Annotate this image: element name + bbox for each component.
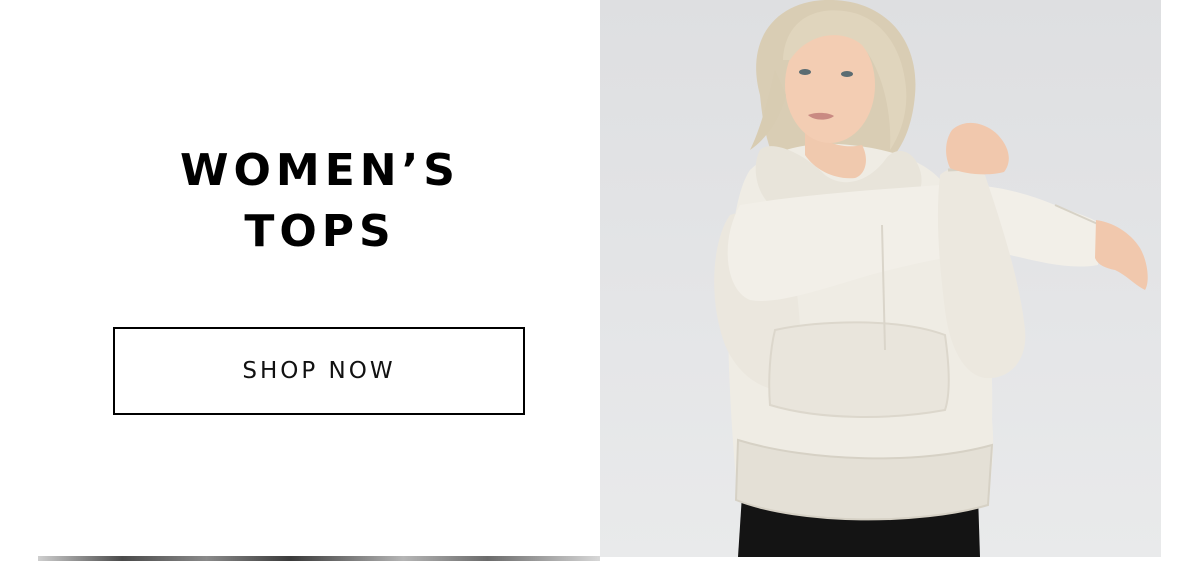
next-section-image-edge <box>38 556 600 561</box>
promo-heading: WOMEN’S TOPS <box>20 140 620 262</box>
promo-text-panel: WOMEN’S TOPS SHOP NOW <box>0 0 600 561</box>
promo-heading-line-2: TOPS <box>244 206 396 257</box>
shop-now-button[interactable]: SHOP NOW <box>113 327 525 415</box>
model-photo[interactable] <box>600 0 1161 557</box>
promo-heading-line-1: WOMEN’S <box>179 145 460 196</box>
woman-in-white-hoodie-illustration <box>714 0 1148 557</box>
promo-banner: WOMEN’S TOPS SHOP NOW <box>0 0 1200 561</box>
